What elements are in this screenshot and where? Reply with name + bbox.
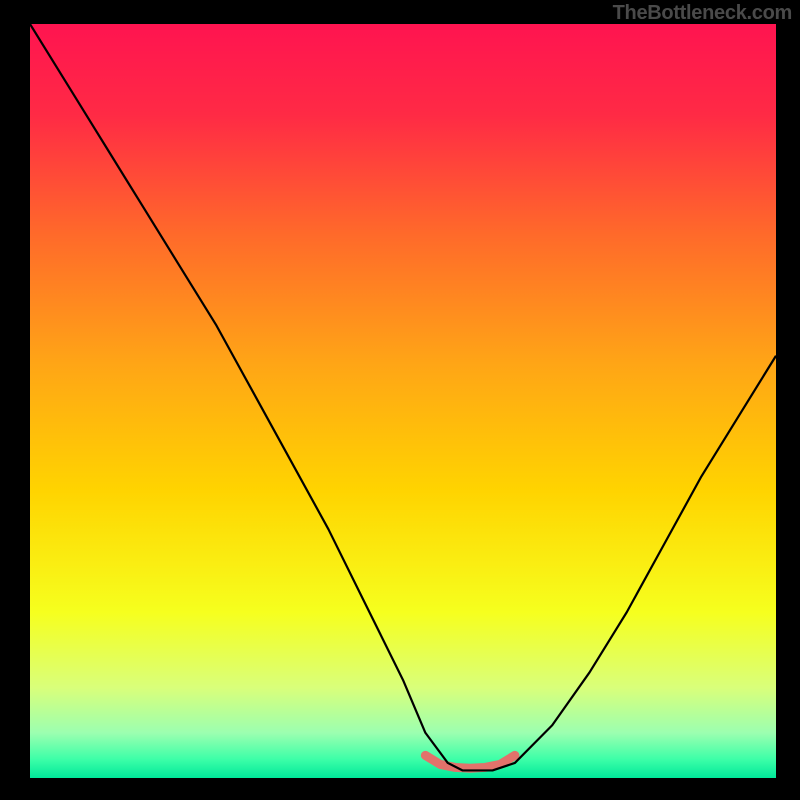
watermark-text: TheBottleneck.com [613, 2, 792, 25]
plot-area [30, 24, 776, 778]
bottleneck-curve [30, 24, 776, 770]
curve-layer [30, 24, 776, 778]
chart-container: TheBottleneck.com [0, 0, 800, 800]
optimal-range-highlight [425, 755, 515, 768]
